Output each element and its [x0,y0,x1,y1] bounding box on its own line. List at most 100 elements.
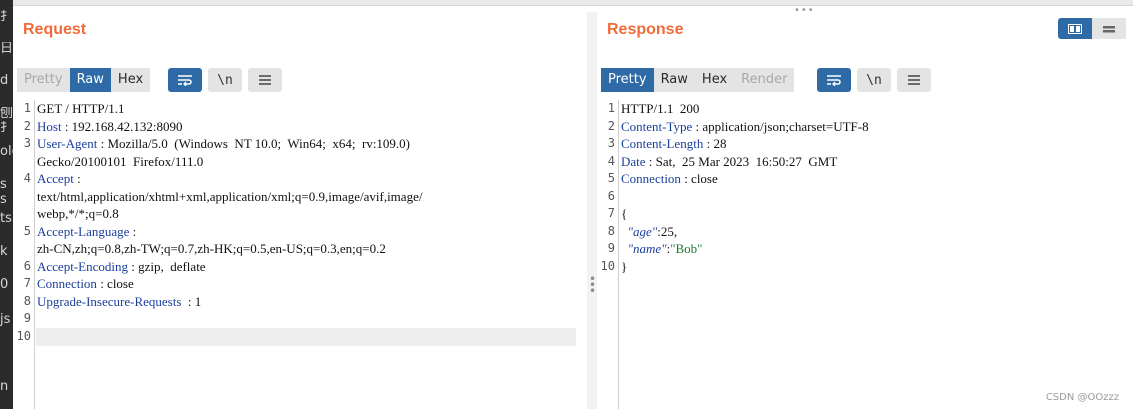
stacked-layout-button[interactable] [1092,18,1126,39]
text-segment: GET / HTTP/1.1 [37,101,125,116]
request-editor[interactable]: 1 GET / HTTP/1.1 2 Host : 192.168.42.132:80… [13,100,587,409]
edge-text-fragment: 扌 [0,10,13,24]
request-tab-hex[interactable]: Hex [110,68,151,92]
line-content: Gecko/20100101 Firefox/111.0 [37,153,203,171]
header-name: Connection [37,276,97,291]
request-newline-toggle[interactable]: \n [208,68,242,92]
code-line: 9 [13,310,587,328]
line-number: 3 [23,136,31,150]
response-editor[interactable]: 1 HTTP/1.1 200 2 Content-Type : application… [597,100,1133,409]
code-line: Gecko/20100101 Firefox/111.0 [13,153,587,171]
line-content: Accept : [37,170,81,188]
request-wrap-lines-button[interactable] [168,68,202,92]
text-segment: { [621,206,628,221]
code-line: 7 Connection : close [13,275,587,293]
line-number: 5 [607,171,615,185]
code-line: 10 [13,328,587,346]
line-number: 7 [607,206,615,220]
code-line: 8 Upgrade-Insecure-Requests : 1 [13,293,587,311]
pane-splitter[interactable] [587,12,597,409]
header-name: Date [621,153,646,169]
line-number: 1 [23,101,31,115]
side-by-side-layout-button[interactable] [1058,18,1092,39]
response-tab-raw[interactable]: Raw [653,68,695,92]
text-segment: Gecko/20100101 Firefox/111.0 [37,153,204,169]
code-line: 10} [597,258,1133,276]
line-content: Accept-Language : [37,223,136,241]
edge-text-fragment: n [0,380,9,394]
response-tab-pretty[interactable]: Pretty [601,68,654,92]
text-segment: text/html,application/xhtml+xml,applicat… [37,188,423,204]
line-number: 7 [23,276,31,290]
text-segment: zh-CN,zh;q=0.8,zh-TW;q=0.7,zh-HK;q=0.5,e… [37,241,386,256]
line-content: Content-Length : 28 [621,135,726,153]
text-segment: : close [680,171,718,186]
line-content: Accept-Encoding : gzip, deflate [37,258,206,276]
response-view-tabs: Pretty Raw Hex Render [601,68,795,92]
text-segment: : Sat, 25 Mar 2023 16:50:27 GMT [645,153,838,169]
line-content: Connection : close [621,170,718,188]
response-tab-render[interactable]: Render [734,68,795,92]
text-segment: : 192.168.42.132:8090 [61,118,183,134]
line-content: } [621,258,627,276]
line-content: "name":"Bob" [621,240,703,258]
line-number: 10 [600,258,615,273]
line-number: 2 [607,118,615,133]
code-line: 2 Host : 192.168.42.132:8090 [13,118,587,136]
code-line: 1 GET / HTTP/1.1 [13,100,587,118]
edge-text-fragment: 扌 [0,121,13,135]
line-number: 8 [607,223,615,238]
code-line: 7{ [597,205,1133,223]
response-tab-hex[interactable]: Hex [694,68,735,92]
line-content: { [621,205,627,223]
code-line: webp,*/*;q=0.8 [13,205,587,223]
line-content: Connection : close [37,275,134,293]
columns-icon [1068,23,1082,34]
line-number: 6 [607,188,615,203]
code-line: 3 Content-Length : 28 [597,135,1133,153]
line-content: "age":25, [621,223,678,241]
hamburger-icon [259,75,271,85]
json-string: "Bob" [670,241,703,256]
request-tab-pretty[interactable]: Pretty [17,68,70,92]
response-wrap-lines-button[interactable] [817,68,851,92]
request-menu-button[interactable] [248,68,282,92]
header-name: Accept [37,171,74,186]
line-content: webp,*/*;q=0.8 [37,205,119,223]
request-tab-raw[interactable]: Raw [69,68,111,92]
text-segment: : [73,171,81,186]
line-content: Date : Sat, 25 Mar 2023 16:50:27 GMT [621,153,837,171]
code-line: 6 Accept-Encoding : gzip, deflate [13,258,587,276]
response-menu-button[interactable] [897,68,931,92]
code-line: 2 Content-Type : application/json;charset… [597,118,1133,136]
splitter-grip-icon[interactable]: • • • [589,273,596,297]
line-content: Upgrade-Insecure-Requests : 1 [37,293,201,311]
line-number: 4 [23,171,31,185]
code-line: zh-CN,zh;q=0.8,zh-TW;q=0.7,zh-HK;q=0.5,e… [13,240,587,258]
code-line: 1 HTTP/1.1 200 [597,100,1133,118]
code-line: text/html,application/xhtml+xml,applicat… [13,188,587,206]
header-name: Accept-Language [37,223,130,239]
text-segment: : close [96,276,134,291]
line-content: text/html,application/xhtml+xml,applicat… [37,188,422,206]
line-content: zh-CN,zh;q=0.8,zh-TW;q=0.7,zh-HK;q=0.5,e… [37,240,386,258]
line-number: 10 [16,328,31,343]
edge-text-fragment: ts [0,212,12,226]
watermark: CSDN @OOzzz [1045,392,1119,403]
header-name: Host [37,118,62,134]
top-bar [13,0,1133,6]
edge-text-fragment: k [0,245,8,259]
code-line: 8 "age":25, [597,223,1133,241]
line-number: 6 [23,258,31,273]
request-view-tabs: Pretty Raw Hex [17,68,151,92]
code-line: 5 Connection : close [597,170,1133,188]
json-key: "name" [621,241,667,256]
text-segment: : 28 [703,136,727,151]
edge-text-fragment: js [0,313,11,327]
request-title: Request [23,21,87,38]
header-name: User-Agent [37,136,98,151]
text-segment: } [621,258,628,274]
response-newline-toggle[interactable]: \n [857,68,891,92]
code-line: 6 [597,188,1133,206]
text-segment: webp,*/*;q=0.8 [37,206,119,221]
